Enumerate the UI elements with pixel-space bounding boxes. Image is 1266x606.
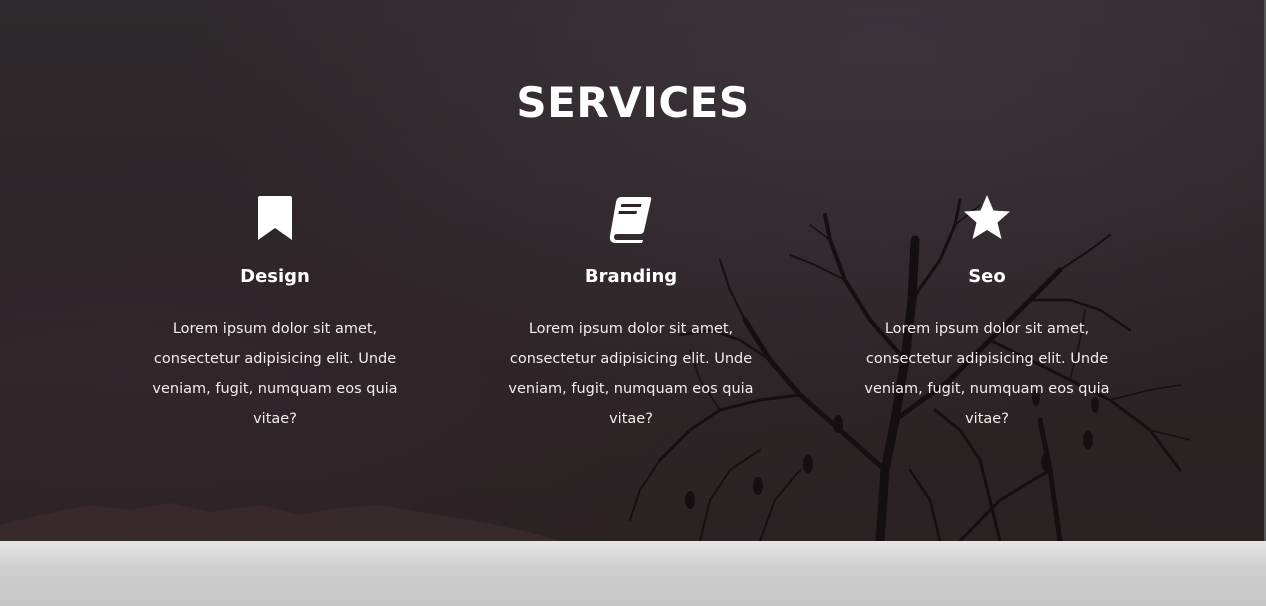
bookmark-icon (249, 192, 301, 244)
footer-band (0, 541, 1266, 606)
service-description: Lorem ipsum dolor sit amet, consectetur … (864, 321, 1110, 427)
service-description: Lorem ipsum dolor sit amet, consectetur … (152, 321, 398, 427)
page: SERVICES Design Lorem ipsum dolor sit am… (0, 0, 1266, 606)
service-title: Branding (584, 266, 678, 287)
service-description: Lorem ipsum dolor sit amet, consectetur … (508, 321, 754, 427)
service-title: Seo (968, 266, 1006, 287)
service-card-branding: Branding Lorem ipsum dolor sit amet, con… (486, 192, 776, 434)
services-section: SERVICES Design Lorem ipsum dolor sit am… (0, 0, 1266, 541)
section-title: SERVICES (516, 78, 750, 127)
service-card-design: Design Lorem ipsum dolor sit amet, conse… (130, 192, 420, 434)
service-title: Design (240, 266, 310, 287)
service-card-seo: Seo Lorem ipsum dolor sit amet, consecte… (842, 192, 1132, 434)
star-icon (961, 192, 1013, 244)
book-icon (605, 192, 657, 244)
